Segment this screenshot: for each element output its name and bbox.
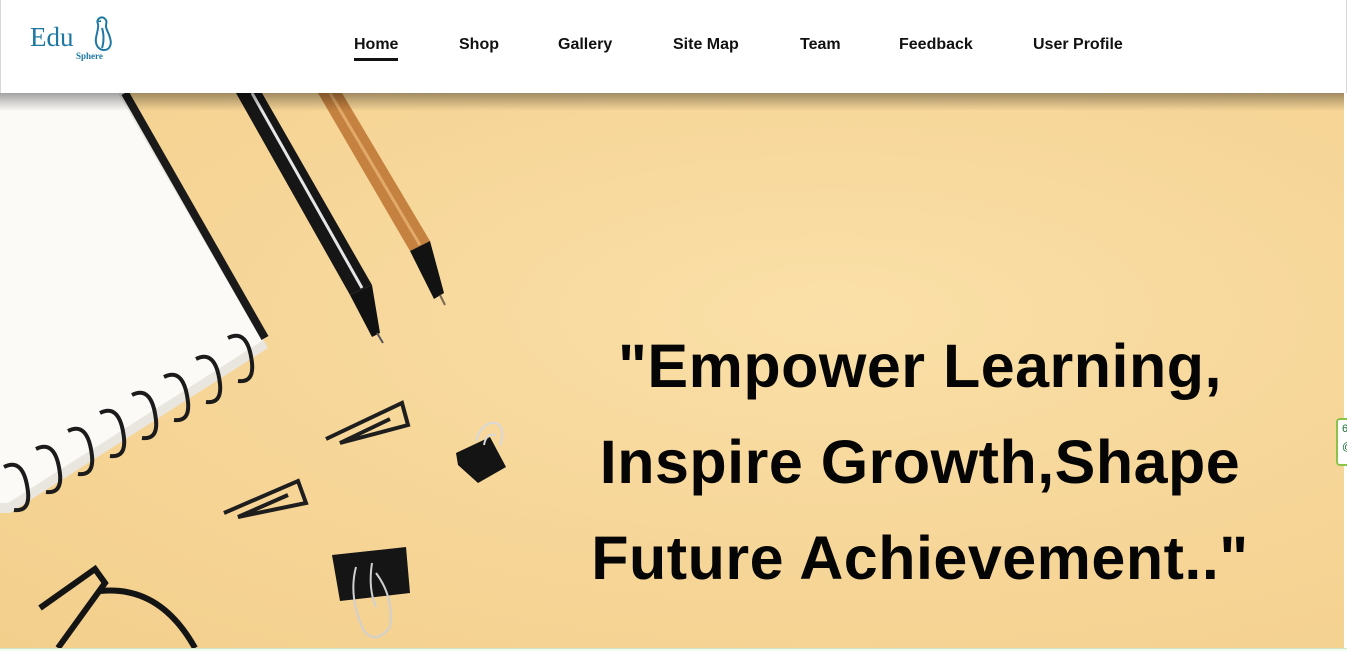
hero-banner: "Empower Learning, Inspire Growth,Shape … <box>0 93 1344 648</box>
site-header: Edu Sphere Home Shop Gallery Site Map Te… <box>0 0 1347 93</box>
quote-line-2: Inspire Growth,Shape <box>599 428 1241 496</box>
binder-clip-image <box>332 421 506 638</box>
side-widget-line-1: 6 <box>1342 423 1347 435</box>
nav-shop[interactable]: Shop <box>459 35 499 58</box>
nav-team[interactable]: Team <box>800 35 841 58</box>
page: Edu Sphere Home Shop Gallery Site Map Te… <box>0 0 1347 651</box>
main-nav: Home Shop Gallery Site Map Team Feedback… <box>1 35 1347 61</box>
side-widget-line-2: @ <box>1342 438 1347 456</box>
nav-site-map[interactable]: Site Map <box>673 35 739 58</box>
nav-gallery[interactable]: Gallery <box>558 35 612 58</box>
notebook-image <box>0 93 269 513</box>
glasses-image <box>38 564 198 648</box>
nav-home[interactable]: Home <box>354 35 399 61</box>
quote-line-3: Future Achievement.." <box>591 524 1249 592</box>
paper-clip-image <box>223 400 411 519</box>
quote-line-1: "Empower Learning, <box>618 332 1222 400</box>
nav-user-profile[interactable]: User Profile <box>1033 35 1123 58</box>
hero-illustration <box>0 93 506 648</box>
nav-feedback[interactable]: Feedback <box>899 35 973 58</box>
orange-pen-image <box>318 93 446 306</box>
floating-side-widget[interactable]: 6 @ <box>1336 418 1347 466</box>
hero-quote: "Empower Learning, Inspire Growth,Shape … <box>545 318 1295 606</box>
header-shadow <box>0 93 1344 111</box>
